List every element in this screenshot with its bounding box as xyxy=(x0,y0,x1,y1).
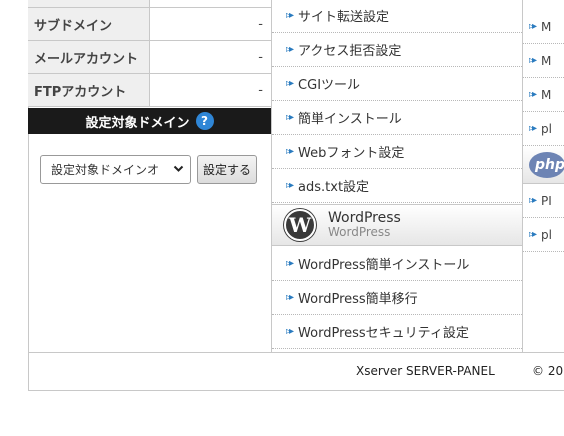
right-menu-item[interactable]: ▹▸ M xyxy=(523,44,564,78)
wordpress-menu-list: ▹▸ WordPress簡単インストール ▹▸ WordPress簡単移行 ▹▸ Wo… xyxy=(272,247,522,349)
right-menu-item[interactable]: ▹▸ PI xyxy=(523,184,564,218)
arrow-icon: ▹▸ xyxy=(529,123,537,134)
menu-item-label: アクセス拒否設定 xyxy=(298,44,402,59)
domain-select[interactable]: 設定対象ドメインオ xyxy=(40,155,191,184)
stat-row xyxy=(28,0,271,8)
menu-item-label: CGIツール xyxy=(298,78,361,93)
stat-value: - xyxy=(258,82,263,98)
stat-row: FTPアカウント - xyxy=(28,74,271,107)
arrow-icon: ▹▸ xyxy=(529,89,537,100)
arrow-icon: ▹▸ xyxy=(286,78,294,89)
arrow-icon: ▹▸ xyxy=(286,326,294,337)
menu-item-wp-migration[interactable]: ▹▸ WordPress簡単移行 xyxy=(272,281,522,315)
menu-item-easy-install[interactable]: ▹▸ 簡単インストール xyxy=(272,101,522,135)
menu-column: ▹▸ サイト転送設定 ▹▸ アクセス拒否設定 ▹▸ CGIツール ▹▸ 簡単インストール… xyxy=(271,0,523,352)
right-menu-item[interactable]: ▹▸ M xyxy=(523,10,564,44)
arrow-icon: ▹▸ xyxy=(529,21,537,32)
right-menu-item-label: M xyxy=(541,19,552,34)
wordpress-section-title: WordPress xyxy=(328,210,401,227)
stat-row: サブドメイン - xyxy=(28,8,271,41)
arrow-icon: ▹▸ xyxy=(286,112,294,123)
arrow-icon: ▹▸ xyxy=(286,44,294,55)
php-logo-icon: php xyxy=(529,151,564,178)
menu-list: ▹▸ サイト転送設定 ▹▸ アクセス拒否設定 ▹▸ CGIツール ▹▸ 簡単インストール… xyxy=(272,0,522,203)
stat-label: サブドメイン xyxy=(28,8,150,40)
arrow-icon: ▹▸ xyxy=(286,10,294,21)
stat-label: メールアカウント xyxy=(28,41,150,73)
menu-item-wp-security[interactable]: ▹▸ WordPressセキュリティ設定 xyxy=(272,315,522,349)
menu-item-label: 簡単インストール xyxy=(298,112,402,127)
stat-label: FTPアカウント xyxy=(28,74,150,106)
arrow-icon: ▹▸ xyxy=(529,229,537,240)
stat-value: - xyxy=(258,16,263,32)
stat-label xyxy=(28,0,150,7)
domain-panel-header: 設定対象ドメイン ? xyxy=(28,108,271,134)
right-menu-item[interactable]: ▹▸ M xyxy=(523,78,564,112)
menu-item-label: Webフォント設定 xyxy=(298,146,405,161)
stat-value: - xyxy=(258,49,263,65)
footer-copyright: © 20 xyxy=(532,364,564,378)
menu-item-cgi-tools[interactable]: ▹▸ CGIツール xyxy=(272,67,522,101)
menu-item-wp-easy-install[interactable]: ▹▸ WordPress簡単インストール xyxy=(272,247,522,281)
stat-value xyxy=(150,0,271,7)
menu-item-label: ads.txt設定 xyxy=(298,180,370,195)
right-menu-item-label: PI xyxy=(541,193,552,208)
menu-item-label: WordPress簡単移行 xyxy=(298,292,418,307)
help-icon[interactable]: ? xyxy=(195,112,214,130)
chevron-down-icon xyxy=(173,163,184,177)
right-menu-item-label: pl xyxy=(541,227,552,242)
wordpress-logo-icon: W xyxy=(284,209,316,241)
right-menu-item[interactable]: ▹▸ pl xyxy=(523,218,564,252)
arrow-icon: ▹▸ xyxy=(286,258,294,269)
arrow-icon: ▹▸ xyxy=(286,146,294,157)
domain-panel-title: 設定対象ドメイン xyxy=(85,115,190,131)
wordpress-section-subtitle: WordPress xyxy=(328,225,391,240)
domain-select-value: 設定対象ドメインオ xyxy=(51,163,160,177)
menu-item-access-deny[interactable]: ▹▸ アクセス拒否設定 xyxy=(272,33,522,67)
right-column: ▹▸ M ▹▸ M ▹▸ M ▹▸ pl php ▹▸ PI ▹▸ pl xyxy=(523,0,564,260)
footer: Xserver SERVER-PANEL © 20 xyxy=(28,352,564,391)
arrow-icon: ▹▸ xyxy=(529,195,537,206)
right-menu-item-label: M xyxy=(541,87,552,102)
right-menu-item-label: M xyxy=(541,53,552,68)
left-column: サブドメイン - メールアカウント - FTPアカウント - 設定対象ドメイン … xyxy=(28,0,271,352)
menu-item-label: WordPress簡単インストール xyxy=(298,258,470,273)
set-domain-button[interactable]: 設定する xyxy=(197,155,257,184)
php-section-header: php xyxy=(523,146,564,184)
menu-item-site-redirect[interactable]: ▹▸ サイト転送設定 xyxy=(272,0,522,33)
menu-item-label: サイト転送設定 xyxy=(298,10,390,25)
account-stats-table: サブドメイン - メールアカウント - FTPアカウント - xyxy=(28,0,271,107)
wordpress-section-header: W WordPress WordPress xyxy=(272,204,522,246)
right-menu-item[interactable]: ▹▸ pl xyxy=(523,112,564,146)
footer-brand: Xserver SERVER-PANEL xyxy=(356,364,495,378)
arrow-icon: ▹▸ xyxy=(529,55,537,66)
right-menu-item-label: pl xyxy=(541,121,552,136)
menu-item-web-font[interactable]: ▹▸ Webフォント設定 xyxy=(272,135,522,169)
menu-item-ads-txt[interactable]: ▹▸ ads.txt設定 xyxy=(272,169,522,203)
stat-row: メールアカウント - xyxy=(28,41,271,74)
menu-item-label: WordPressセキュリティ設定 xyxy=(298,326,469,341)
arrow-icon: ▹▸ xyxy=(286,292,294,303)
arrow-icon: ▹▸ xyxy=(286,180,294,191)
